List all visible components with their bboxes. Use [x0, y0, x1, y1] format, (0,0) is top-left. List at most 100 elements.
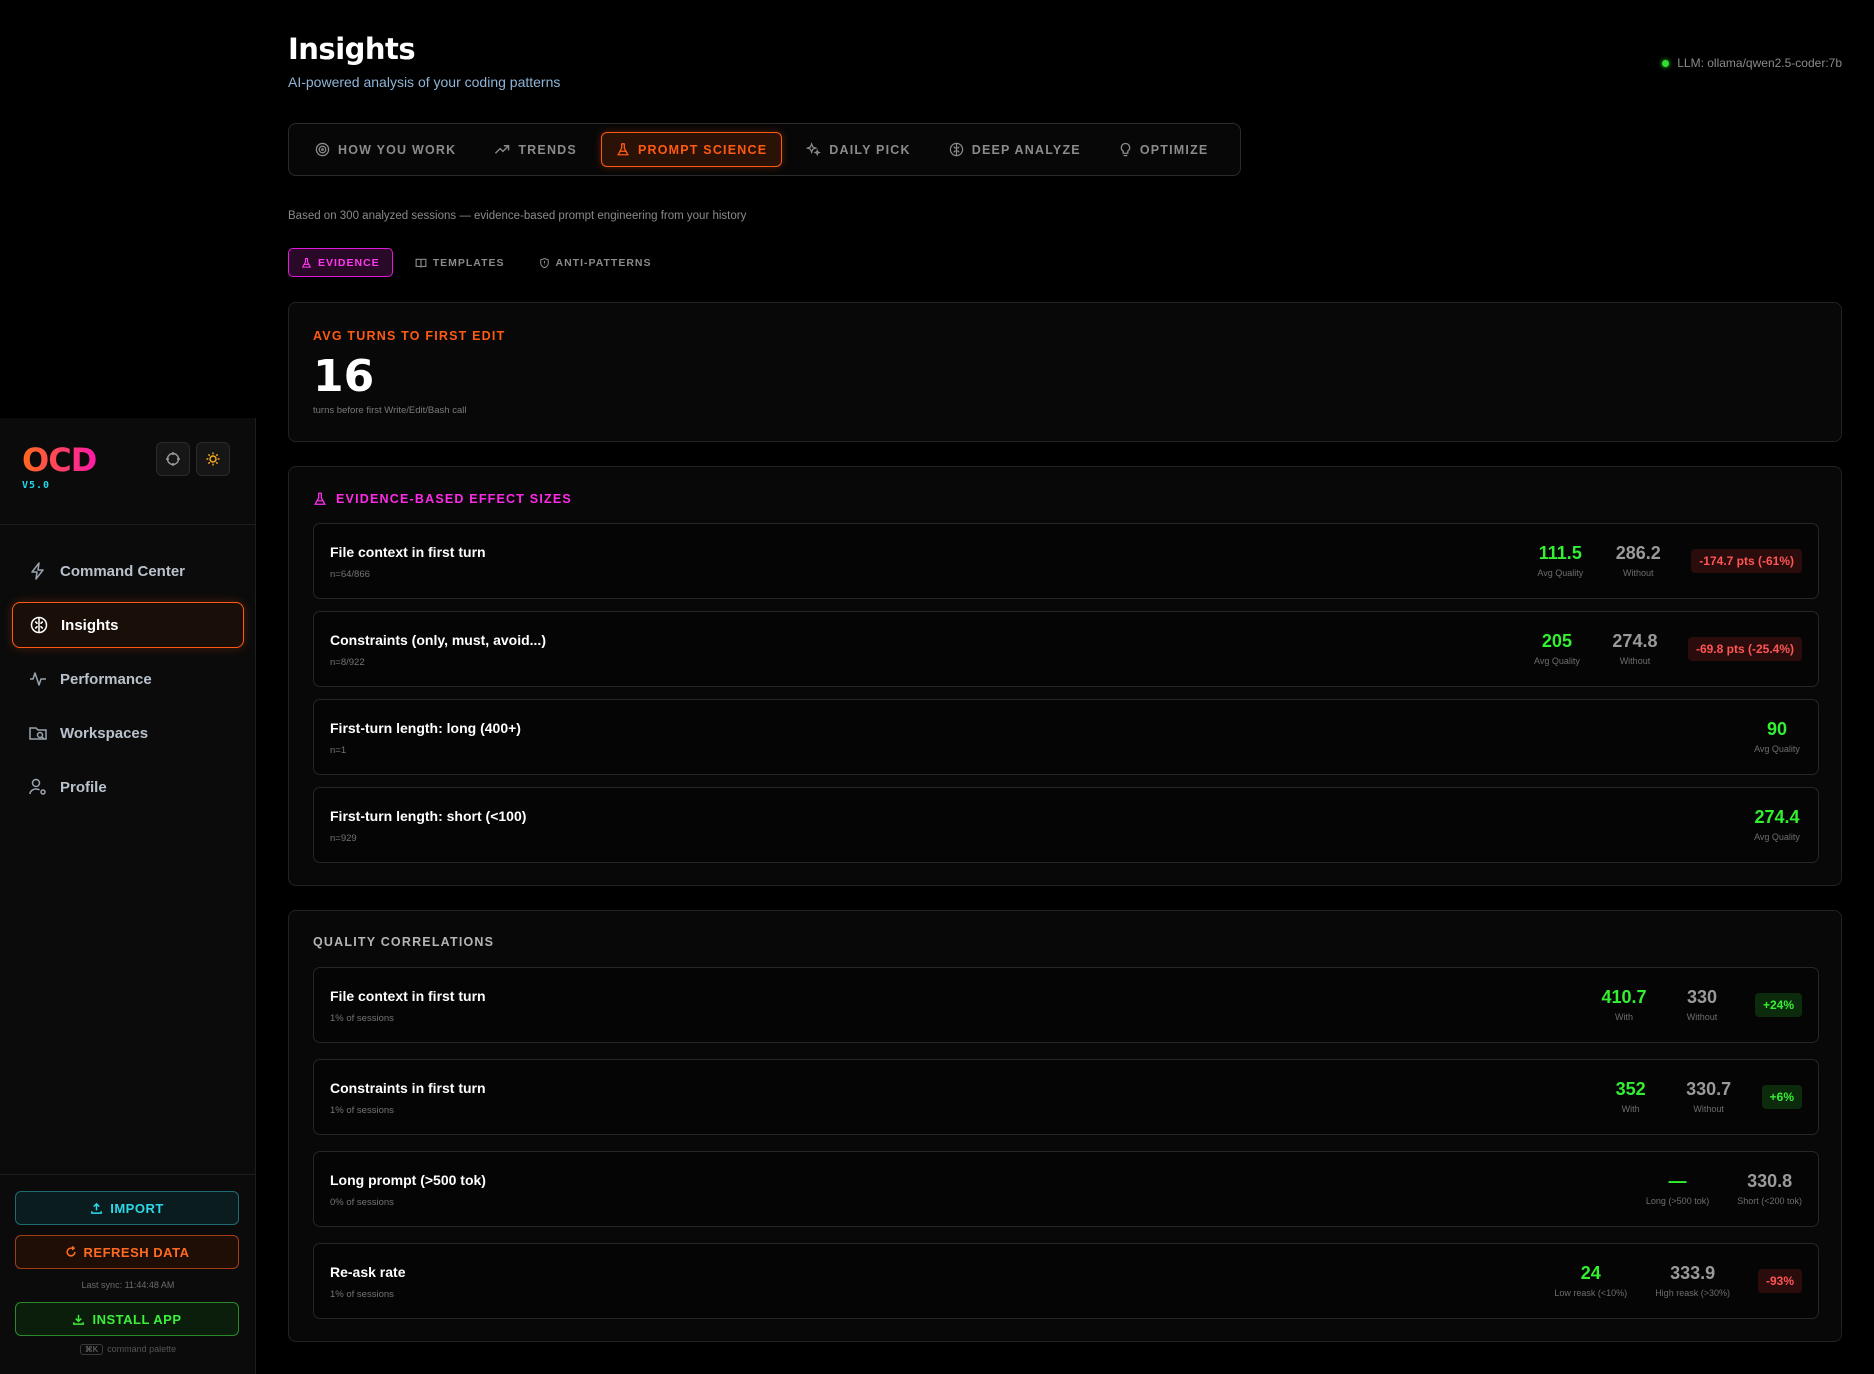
- sidebar-item-profile[interactable]: Profile: [12, 764, 244, 810]
- shortcut-hint-text: command palette: [107, 1344, 177, 1354]
- flask-icon: [617, 143, 629, 156]
- app-root: OCD V5.0 Command Center Insights Perform…: [0, 0, 1874, 1374]
- effect-row: Constraints (only, must, avoid...) n=8/9…: [313, 611, 1819, 687]
- without-value: 286.2: [1615, 543, 1661, 563]
- avg-turns-note: turns before first Write/Edit/Bash call: [313, 405, 467, 416]
- sidebar-nav: Command Center Insights Performance Work…: [12, 548, 244, 818]
- crosshair-icon: [166, 452, 180, 466]
- correlation-row-share: 1% of sessions: [330, 1013, 394, 1024]
- without-label: Without: [1623, 568, 1654, 578]
- tab-optimize[interactable]: OPTIMIZE: [1105, 132, 1223, 167]
- avg-turns-label: AVG TURNS TO FIRST EDIT: [313, 329, 506, 343]
- short-value: 330.8: [1747, 1171, 1793, 1191]
- with-value: 205: [1541, 631, 1572, 651]
- correlation-row: File context in first turn 1% of session…: [313, 967, 1819, 1043]
- install-app-button[interactable]: INSTALL APP: [15, 1302, 239, 1336]
- book-icon: [415, 258, 427, 268]
- correlation-row-stats: — Long (>500 tok) 330.8 Short (<200 tok): [1618, 1152, 1802, 1226]
- tab-trends[interactable]: TRENDS: [480, 132, 591, 167]
- long-label: Long (>500 tok): [1645, 1196, 1710, 1206]
- brain-icon: [949, 142, 963, 157]
- effect-row-stats: 205 Avg Quality 274.8 Without -69.8 pts (-…: [1504, 612, 1802, 686]
- tab-deep-analyze[interactable]: DEEP ANALYZE: [935, 132, 1095, 167]
- insights-tabs: HOW YOU WORK TRENDS PROMPT SCIENCE DAILY…: [288, 123, 1241, 176]
- llm-status: LLM: ollama/qwen2.5-coder:7b: [1662, 56, 1842, 70]
- sidebar-item-label: Command Center: [60, 562, 186, 580]
- with-value: 111.5: [1538, 543, 1582, 563]
- long-value: —: [1668, 1171, 1687, 1191]
- effect-row: First-turn length: short (<100) n=929 27…: [313, 787, 1819, 863]
- crosshair-button[interactable]: [156, 442, 190, 476]
- effect-badge: -174.7 pts (-61%): [1691, 549, 1802, 573]
- effect-row-name: File context in first turn: [330, 544, 486, 560]
- high-reask-label: High reask (>30%): [1655, 1288, 1730, 1298]
- with-stat: 205 Avg Quality: [1532, 632, 1582, 666]
- correlation-row-stats: 410.7 With 330 Without +24%: [1571, 968, 1802, 1042]
- folder-search-icon: [29, 727, 47, 740]
- without-value: 274.8: [1612, 631, 1658, 651]
- without-stat: 286.2 Without: [1613, 544, 1663, 578]
- subtab-label: TEMPLATES: [432, 256, 505, 269]
- last-sync-text: Last sync: 11:44:48 AM: [81, 1280, 175, 1290]
- upload-icon: [91, 1202, 103, 1214]
- subtab-anti-patterns[interactable]: ANTI-PATTERNS: [527, 248, 664, 277]
- sidebar-item-performance[interactable]: Performance: [12, 656, 244, 702]
- subtab-templates[interactable]: TEMPLATES: [403, 248, 517, 277]
- effect-badge: -69.8 pts (-25.4%): [1687, 637, 1802, 661]
- tab-how-you-work[interactable]: HOW YOU WORK: [301, 132, 470, 167]
- analysis-basis-text: Based on 300 analyzed sessions — evidenc…: [288, 210, 747, 222]
- sidebar-item-insights[interactable]: Insights: [12, 602, 244, 648]
- correlation-row-stats: 352 With 330.7 Without +6%: [1578, 1060, 1802, 1134]
- effect-row-stats: 111.5 Avg Quality 286.2 Without -174.7 pts…: [1507, 524, 1802, 598]
- user-gear-icon: [29, 778, 46, 795]
- sidebar-item-workspaces[interactable]: Workspaces: [12, 710, 244, 756]
- sidebar-item-label: Workspaces: [60, 724, 149, 742]
- avg-turns-card: AVG TURNS TO FIRST EDIT 16 turns before …: [288, 302, 1842, 442]
- tab-label: PROMPT SCIENCE: [637, 142, 768, 157]
- correlation-row-share: 1% of sessions: [330, 1105, 394, 1116]
- command-palette-hint: ⌘K command palette: [0, 1344, 256, 1355]
- effect-row-sample: n=8/922: [330, 657, 365, 668]
- refresh-data-button[interactable]: REFRESH DATA: [15, 1235, 239, 1269]
- with-stat: 111.5 Avg Quality: [1535, 544, 1585, 578]
- effect-sizes-title: EVIDENCE-BASED EFFECT SIZES: [336, 492, 572, 506]
- correlation-badge: +24%: [1754, 993, 1802, 1017]
- flask-icon: [301, 257, 312, 268]
- tab-label: DEEP ANALYZE: [971, 142, 1081, 157]
- high-reask-stat: 333.9 High reask (>30%): [1655, 1264, 1730, 1298]
- effect-row-sample: n=929: [330, 833, 357, 844]
- sidebar-divider: [0, 524, 255, 525]
- correlations-title: QUALITY CORRELATIONS: [313, 935, 495, 949]
- tab-prompt-science[interactable]: PROMPT SCIENCE: [600, 132, 783, 167]
- without-label: Without: [1693, 1104, 1724, 1114]
- with-label: Avg Quality: [1534, 656, 1580, 666]
- correlation-row-name: Long prompt (>500 tok): [330, 1172, 486, 1188]
- status-dot-icon: [1662, 59, 1670, 67]
- brand: OCD V5.0: [22, 444, 97, 491]
- correlation-row: Constraints in first turn 1% of sessions…: [313, 1059, 1819, 1135]
- with-stat: 410.7 With: [1599, 988, 1649, 1022]
- sun-icon: [206, 452, 220, 466]
- low-reask-stat: 24 Low reask (<10%): [1554, 1264, 1627, 1298]
- app-logo[interactable]: OCD: [22, 444, 97, 476]
- sidebar-item-label: Profile: [60, 778, 107, 796]
- effect-row-name: First-turn length: short (<100): [330, 808, 527, 824]
- effect-sizes-heading: EVIDENCE-BASED EFFECT SIZES: [313, 491, 572, 507]
- page-subtitle: AI-powered analysis of your coding patte…: [288, 74, 561, 90]
- sidebar-item-command-center[interactable]: Command Center: [12, 548, 244, 594]
- import-label: IMPORT: [110, 1200, 164, 1216]
- correlation-row-name: File context in first turn: [330, 988, 486, 1004]
- with-value: 410.7: [1601, 987, 1647, 1007]
- theme-toggle-button[interactable]: [196, 442, 230, 476]
- import-button[interactable]: IMPORT: [15, 1191, 239, 1225]
- subtab-label: EVIDENCE: [318, 256, 380, 269]
- effect-sizes-card: EVIDENCE-BASED EFFECT SIZES File context…: [288, 466, 1842, 886]
- with-value: 274.4: [1754, 807, 1800, 827]
- sparkles-icon: [806, 142, 822, 157]
- effect-row-name: First-turn length: long (400+): [330, 720, 521, 736]
- tab-daily-pick[interactable]: DAILY PICK: [792, 132, 924, 167]
- refresh-label: REFRESH DATA: [83, 1244, 190, 1260]
- correlation-row-name: Constraints in first turn: [330, 1080, 486, 1096]
- subtab-evidence[interactable]: EVIDENCE: [288, 248, 393, 277]
- with-label: Avg Quality: [1754, 744, 1800, 754]
